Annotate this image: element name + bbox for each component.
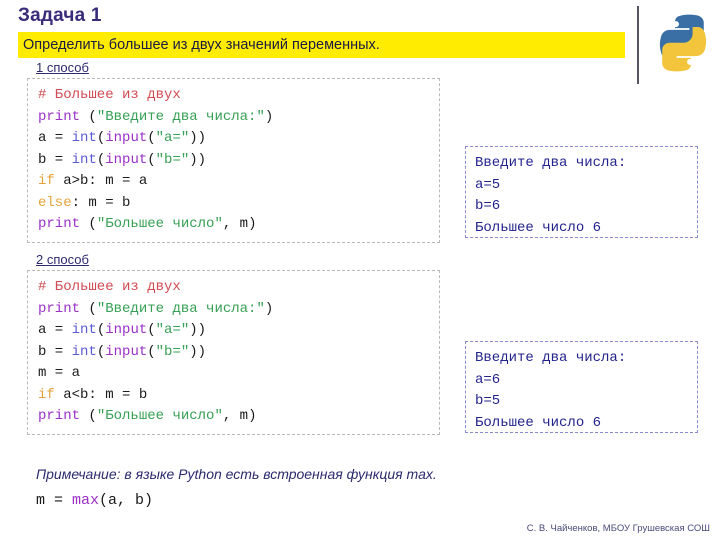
code-line: m = a [38,363,439,385]
code-token-plain: a = [38,322,72,338]
code-line: b = int(input("b=")) [38,150,439,172]
method-2-label: 2 способ [36,252,89,267]
code-line: b = int(input("b=")) [38,342,439,364]
code-token-keyword: else [38,194,72,211]
code-token-func: print [38,408,81,424]
output-line: a=6 [475,371,501,388]
code-token-plain: a = [38,130,72,146]
code-token-func: print [38,216,81,232]
code-block-method-1: # Большее из двух print ("Введите два чис… [27,78,440,243]
code-token-func: print [38,300,81,317]
code-token-string: "Большее число" [96,408,223,424]
code-line: print ("Большее число", m) [38,214,439,236]
code-block-method-2: # Большее из двух print ("Введите два чис… [27,270,440,435]
code-line: # Большее из двух [38,277,439,299]
code-token-func: max [72,492,100,509]
code-token-plain: , m) [222,408,257,424]
code-token-plain: , m) [222,216,257,232]
code-token-plain: (a, b) [99,492,154,509]
code-token-plain: ( [80,300,97,317]
code-token-builtin: int [71,130,97,146]
code-token-plain: )) [189,151,207,168]
code-token-string: "Введите два числа:" [96,300,265,317]
code-token-plain: : m = b [71,194,131,211]
code-token-plain: a>b: m = a [54,173,148,189]
code-token-func: input [105,343,148,360]
code-token-plain: ( [96,322,106,338]
note-text: Примечание: в языке Python есть встроенн… [36,466,437,482]
output-line: Большее число 6 [475,219,602,236]
code-token-plain: )) [189,343,207,360]
code-line: print ("Большее число", m) [38,406,439,428]
code-line: if a>b: m = a [38,171,439,193]
code-token-plain: ) [264,300,274,317]
code-token-builtin: int [71,343,97,360]
code-token-string: "b=" [155,343,190,360]
code-token-plain: m = [36,492,73,509]
code-token-string: "Большее число" [96,216,223,232]
output-line: b=6 [475,198,501,214]
note-code-snippet: m = max(a, b) [36,492,153,509]
code-token-string: "b=" [155,151,190,168]
header-divider [637,6,639,84]
code-token-plain: ( [147,322,156,338]
output-line: b=5 [475,393,501,409]
task-statement-banner: Определить большее из двух значений пере… [18,32,625,58]
output-line: a=5 [475,176,501,193]
code-token-keyword: if [38,386,55,403]
code-token-plain: ( [147,130,156,146]
output-line: Введите два числа: [475,350,627,366]
code-token-string: "a=" [155,130,190,146]
code-token-func: input [105,322,148,338]
code-token-plain: b = [38,151,72,168]
code-line: print ("Введите два числа:") [38,107,439,129]
code-token-builtin: int [71,151,97,168]
code-line: a = int(input("a=")) [38,128,439,150]
page-title: Задача 1 [18,5,102,26]
code-token-builtin: int [71,322,97,338]
code-token-plain: b = [38,343,72,360]
code-token-string: "Введите два числа:" [96,108,265,125]
python-logo-icon [652,8,714,78]
code-token-comment: # Большее из двух [38,87,181,103]
code-token-plain: ( [147,343,156,360]
code-line: print ("Введите два числа:") [38,299,439,321]
code-token-plain: ) [264,108,274,125]
code-token-func: input [105,151,148,168]
code-line: if a<b: m = b [38,385,439,407]
code-token-plain: ( [96,151,106,168]
code-token-func: print [38,108,81,125]
code-token-string: "a=" [155,322,190,338]
code-line: else: m = b [38,193,439,215]
code-token-func: input [105,130,148,146]
code-token-plain: )) [189,130,207,146]
code-token-comment: # Большее из двух [38,279,181,295]
code-line: a = int(input("a=")) [38,320,439,342]
output-console-method-2: Введите два числа: a=6 b=5 Большее число 6 [465,341,698,433]
footer-credit: С. В. Чайченков, МБОУ Грушевская СОШ [526,523,710,534]
code-token-plain: )) [189,322,207,338]
code-token-keyword: if [38,173,55,189]
code-token-plain: a<b: m = b [54,386,148,403]
code-line: # Большее из двух [38,85,439,107]
method-1-label: 1 способ [36,60,89,75]
code-token-plain: ( [80,108,97,125]
output-line: Большее число 6 [475,414,602,431]
code-token-plain: ( [96,130,106,146]
code-token-plain: ( [80,216,97,232]
code-token-plain: ( [80,408,97,424]
output-line: Введите два числа: [475,155,627,171]
output-console-method-1: Введите два числа: a=5 b=6 Большее число 6 [465,146,698,238]
code-token-plain: m = a [38,365,81,381]
code-token-plain: ( [96,343,106,360]
code-token-plain: ( [147,151,156,168]
